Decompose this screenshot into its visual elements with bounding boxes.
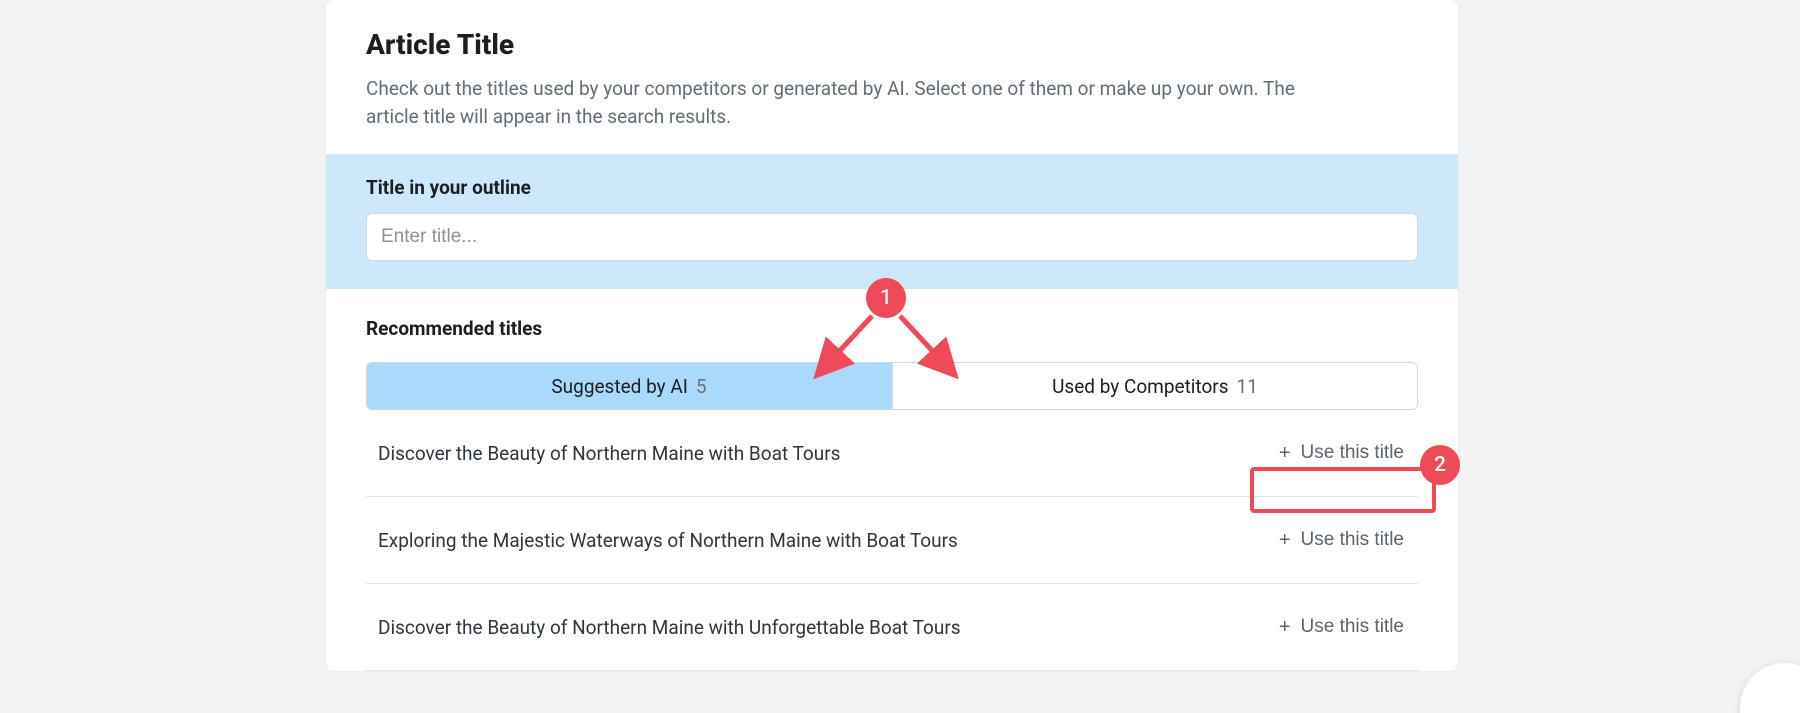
tab-used-by-competitors[interactable]: Used by Competitors 11 bbox=[892, 363, 1417, 409]
use-this-title-button[interactable]: + Use this title bbox=[1269, 523, 1414, 557]
recommended-heading: Recommended titles bbox=[366, 317, 1418, 340]
page-title: Article Title bbox=[366, 28, 1418, 61]
list-item: Exploring the Majestic Waterways of Nort… bbox=[366, 497, 1418, 584]
title-outline-box: Title in your outline bbox=[326, 154, 1458, 289]
annotation-badge-2: 2 bbox=[1420, 445, 1460, 485]
annotation-badge-label: 1 bbox=[880, 286, 892, 310]
annotation-badge-1: 1 bbox=[866, 278, 906, 318]
title-list: Discover the Beauty of Northern Maine wi… bbox=[366, 410, 1418, 671]
outline-label: Title in your outline bbox=[366, 176, 1418, 199]
article-title-card: Article Title Check out the titles used … bbox=[326, 0, 1458, 671]
tabs: Suggested by AI 5 Used by Competitors 11 bbox=[366, 362, 1418, 410]
list-item: Discover the Beauty of Northern Maine wi… bbox=[366, 410, 1418, 497]
use-this-title-label: Use this title bbox=[1301, 442, 1404, 464]
suggested-title-text: Discover the Beauty of Northern Maine wi… bbox=[378, 442, 840, 465]
plus-icon: + bbox=[1279, 617, 1291, 637]
tab-count: 5 bbox=[696, 375, 707, 398]
title-input[interactable] bbox=[366, 213, 1418, 261]
use-this-title-label: Use this title bbox=[1301, 529, 1404, 551]
annotation-badge-label: 2 bbox=[1434, 453, 1446, 477]
tab-suggested-by-ai[interactable]: Suggested by AI 5 bbox=[367, 363, 892, 409]
use-this-title-button[interactable]: + Use this title bbox=[1269, 610, 1414, 644]
card-header: Article Title Check out the titles used … bbox=[326, 0, 1458, 154]
use-this-title-button[interactable]: + Use this title bbox=[1269, 436, 1414, 470]
list-item: Discover the Beauty of Northern Maine wi… bbox=[366, 584, 1418, 671]
suggested-title-text: Exploring the Majestic Waterways of Nort… bbox=[378, 529, 958, 552]
tab-label: Used by Competitors bbox=[1052, 375, 1228, 398]
page-description: Check out the titles used by your compet… bbox=[366, 75, 1326, 130]
tab-label: Suggested by AI bbox=[551, 375, 688, 398]
tab-count: 11 bbox=[1237, 375, 1258, 398]
suggested-title-text: Discover the Beauty of Northern Maine wi… bbox=[378, 616, 961, 639]
plus-icon: + bbox=[1279, 443, 1291, 463]
use-this-title-label: Use this title bbox=[1301, 616, 1404, 638]
floating-action-partial bbox=[1740, 663, 1800, 713]
recommended-section: Recommended titles Suggested by AI 5 Use… bbox=[326, 289, 1458, 671]
plus-icon: + bbox=[1279, 530, 1291, 550]
